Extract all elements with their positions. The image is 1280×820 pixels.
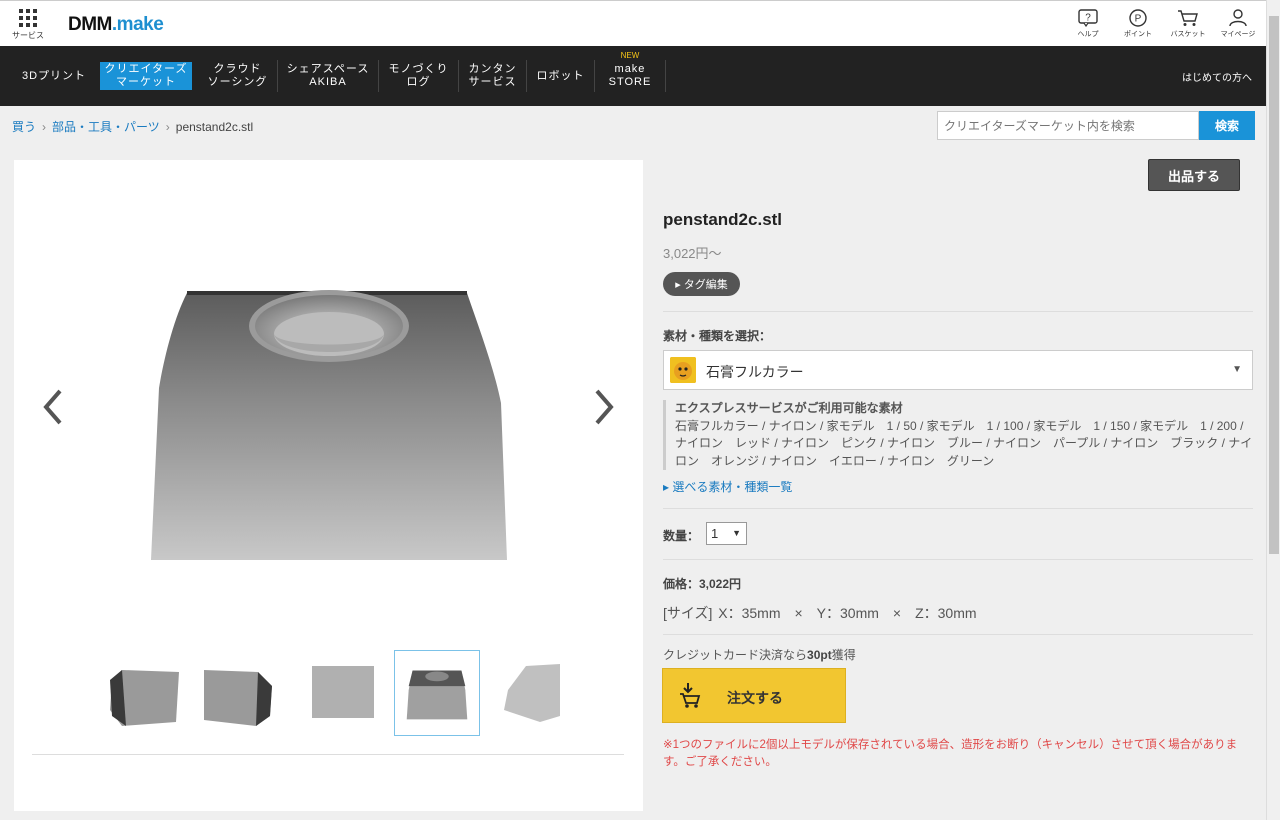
grid-icon [19, 9, 37, 27]
global-nav: 3Dプリント クリエイターズ マーケット クラウド ソーシング シェアスペース … [0, 46, 1266, 106]
top-header: サービス DMM.make ? ヘルプ P ポイント バスケット マイページ [0, 0, 1266, 46]
search-button[interactable]: 検索 [1199, 111, 1255, 140]
material-label: 素材・種類を選択： [663, 329, 772, 343]
help-link[interactable]: ? ヘルプ [1068, 9, 1108, 39]
nav-3d-print[interactable]: 3Dプリント [12, 60, 96, 92]
nav-robot[interactable]: ロボット [527, 60, 595, 92]
credit-card-points: クレジットカード決済なら30pt獲得 [663, 648, 856, 662]
scrollbar-thumb[interactable] [1269, 16, 1279, 554]
price-label: 価格：3,022円 [663, 577, 742, 591]
breadcrumb-parts[interactable]: 部品・工具・パーツ [52, 120, 160, 134]
list-item-button[interactable]: 出品する [1148, 159, 1240, 191]
point-icon: P [1129, 9, 1147, 27]
product-title: penstand2c.stl [663, 210, 783, 229]
model-preview-image[interactable] [149, 288, 509, 563]
multi-model-warning: ※1つのファイルに2個以上モデルが保存されている場合、造形をお断り（キャンセル）… [663, 739, 1238, 768]
viewer-divider [32, 754, 624, 755]
services-label: サービス [12, 31, 44, 40]
divider [663, 508, 1253, 509]
material-select[interactable]: 石膏フルカラー ▼ [663, 350, 1253, 390]
nav-make-store[interactable]: NEW make STORE [595, 51, 666, 92]
thumbnail-4-image [406, 670, 468, 720]
svg-text:?: ? [1085, 13, 1091, 24]
express-materials: 石膏フルカラー / ナイロン / 家モデル 1 / 50 / 家モデル 1 / … [675, 418, 1253, 468]
order-button-label: 注文する [727, 690, 783, 706]
breadcrumb-buy[interactable]: 買う [12, 120, 36, 134]
cart-icon [1178, 10, 1198, 26]
chevron-right-icon: › [42, 120, 47, 134]
quantity-label: 数量： [663, 529, 700, 543]
point-link[interactable]: P ポイント [1118, 9, 1158, 39]
nav-monozukuri-log[interactable]: モノづくり ログ [379, 60, 459, 92]
basket-link[interactable]: バスケット [1168, 9, 1208, 39]
thumbnail-3[interactable] [294, 650, 380, 736]
size-info: [サイズ] X：35mm × Y：30mm × Z：30mm [663, 605, 977, 621]
order-button[interactable]: 注文する [662, 668, 846, 723]
thumbnail-strip [104, 650, 564, 736]
page-scrollbar[interactable] [1266, 0, 1280, 820]
nav-kantan-service[interactable]: カンタン サービス [459, 60, 527, 92]
next-arrow-icon[interactable] [589, 385, 619, 429]
thumbnail-2[interactable] [194, 650, 280, 736]
thumbnail-5[interactable] [494, 650, 580, 736]
thumbnail-4-selected[interactable] [394, 650, 480, 736]
product-price-from: 3,022円～ [663, 246, 722, 261]
mypage-link[interactable]: マイページ [1218, 9, 1258, 39]
divider [663, 634, 1253, 635]
help-icon: ? [1078, 9, 1098, 27]
nav-share-space[interactable]: シェアスペース AKIBA [278, 60, 379, 92]
divider [663, 559, 1253, 560]
market-search-input[interactable] [937, 111, 1199, 140]
breadcrumb: 買う › 部品・工具・パーツ › penstand2c.stl [12, 118, 253, 135]
nav-make-store-label: make STORE [608, 63, 652, 88]
nav-crowd-sourcing[interactable]: クラウド ソーシング [198, 60, 278, 92]
dmm-make-logo[interactable]: DMM.make [68, 14, 164, 36]
express-title: エクスプレスサービスがご利用可能な素材 [675, 401, 903, 415]
cart-download-icon [680, 683, 701, 708]
quantity-select[interactable]: 1 ▼ [706, 522, 747, 545]
services-menu[interactable]: サービス [10, 9, 46, 41]
chevron-down-icon: ▼ [1232, 364, 1242, 375]
svg-text:P: P [1135, 14, 1142, 25]
user-icon [1229, 9, 1247, 27]
material-selected-value: 石膏フルカラー [706, 364, 804, 380]
divider [663, 311, 1253, 312]
materials-list-link[interactable]: ▸ 選べる素材・種類一覧 [663, 478, 792, 495]
breadcrumb-current: penstand2c.stl [175, 120, 254, 134]
express-service-info: エクスプレスサービスがご利用可能な素材 石膏フルカラー / ナイロン / 家モデ… [663, 400, 1253, 470]
thumbnail-1[interactable] [104, 650, 190, 736]
chevron-down-icon: ▼ [732, 528, 741, 538]
chevron-right-icon: › [165, 120, 170, 134]
nav-creators-market[interactable]: クリエイターズ マーケット [100, 62, 192, 90]
first-time-link[interactable]: はじめての方へ [1182, 69, 1252, 84]
model-viewer [14, 160, 643, 811]
triangle-right-icon: ▸ [675, 279, 684, 291]
tag-edit-button[interactable]: ▸ タグ編集 [663, 272, 740, 296]
quantity-value: 1 [711, 526, 719, 541]
triangle-right-icon: ▸ [663, 480, 673, 494]
new-badge: NEW [620, 51, 640, 60]
material-thumbnail [670, 357, 696, 383]
prev-arrow-icon[interactable] [38, 385, 68, 429]
